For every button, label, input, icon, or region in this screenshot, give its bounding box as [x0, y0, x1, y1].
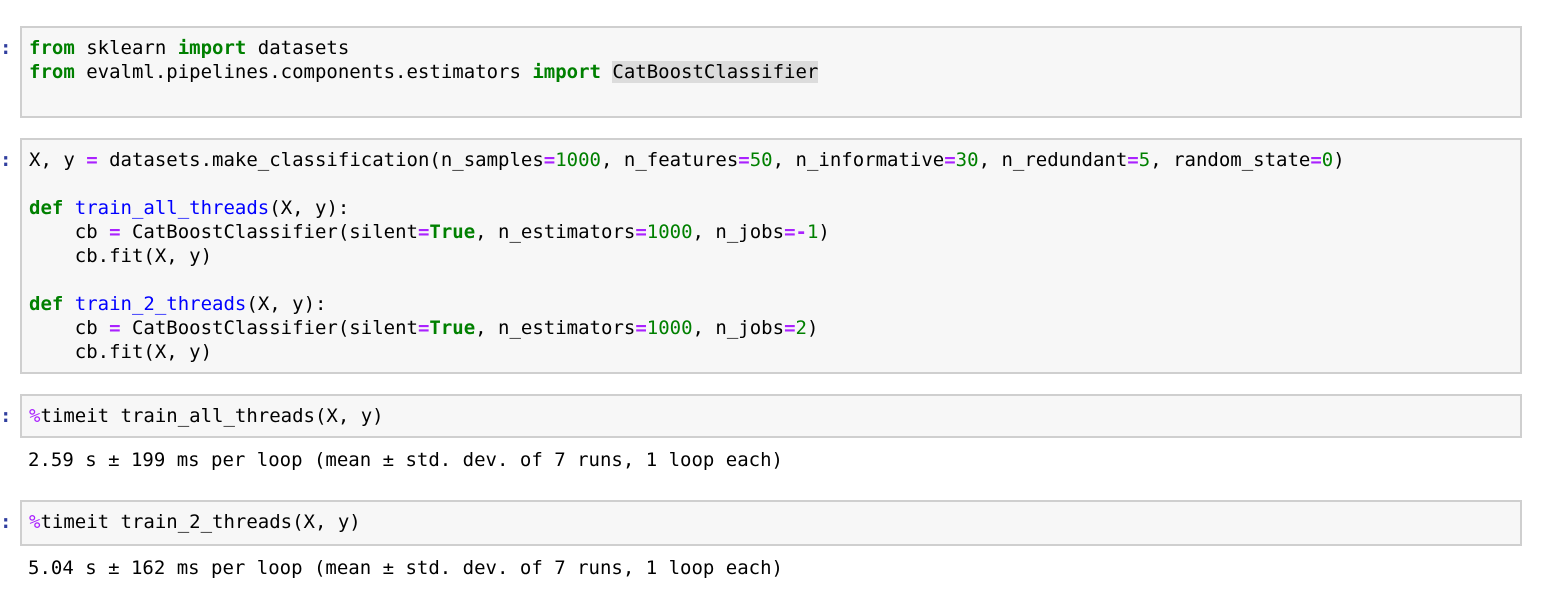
number-token: 1000	[555, 149, 601, 171]
keyword-token: from	[29, 61, 75, 83]
operator-token: =	[109, 221, 121, 243]
code-token: , n_jobs	[692, 221, 785, 243]
code-line: %timeit train_2_threads(X, y)	[29, 510, 361, 534]
code-token: , n_informative	[772, 149, 945, 171]
code-line: %timeit train_all_threads(X, y)	[29, 404, 384, 428]
code-token: , n_features	[601, 149, 739, 171]
number-token: 1000	[646, 221, 693, 243]
keyword-token: def	[29, 293, 64, 315]
code-token: cb.fit(X, y)	[29, 341, 213, 363]
keyword-token: import	[177, 37, 247, 59]
code-token: (X, y):	[246, 293, 327, 315]
code-line: cb = CatBoostClassifier(silent=True, n_e…	[29, 220, 1345, 244]
highlighted-token: CatBoostClassifier	[612, 61, 819, 83]
code-token: )	[1333, 149, 1345, 171]
code-input[interactable]: %timeit train_2_threads(X, y)	[20, 500, 1522, 546]
cell-output: 5.04 s ± 162 ms per loop (mean ± std. de…	[28, 557, 783, 579]
cell-output: 2.59 s ± 199 ms per loop (mean ± std. de…	[28, 449, 783, 471]
code-token: X, y	[29, 149, 87, 171]
operator-token: =	[738, 149, 750, 171]
code-text: from sklearn import datasets from evalml.…	[29, 36, 819, 84]
operator-token: =	[1310, 149, 1322, 171]
cell-prompt: :	[0, 405, 12, 427]
code-token: timeit train_all_threads(X, y)	[40, 405, 384, 427]
code-token: (X, y):	[269, 197, 350, 219]
code-input[interactable]: from sklearn import datasets from evalml.…	[20, 26, 1522, 118]
magic-token: %	[29, 405, 41, 427]
keyword-token: def	[29, 197, 64, 219]
code-text: %timeit train_2_threads(X, y)	[29, 510, 361, 534]
code-token: cb	[29, 221, 110, 243]
keyword-token: True	[429, 317, 476, 339]
number-token: 0	[1321, 149, 1334, 171]
code-line: from evalml.pipelines.components.estimat…	[29, 60, 819, 84]
operator-token: =	[635, 221, 647, 243]
keyword-token: True	[429, 221, 476, 243]
keyword-token: import	[532, 61, 601, 83]
code-token: timeit train_2_threads(X, y)	[40, 511, 361, 533]
code-line: cb.fit(X, y)	[29, 340, 1345, 364]
code-line: def train_all_threads(X, y):	[29, 196, 1345, 220]
code-token: evalml.pipelines.components.estimators	[74, 61, 533, 83]
code-token: , n_jobs	[692, 317, 785, 339]
operator-token: =	[86, 149, 98, 171]
code-text: X, y = datasets.make_classification(n_sa…	[29, 148, 1345, 364]
code-line: cb.fit(X, y)	[29, 244, 1345, 268]
code-token: CatBoostClassifier(silent	[120, 317, 418, 339]
code-token: CatBoostClassifier(silent	[120, 221, 418, 243]
code-token: datasets	[246, 37, 350, 59]
code-token: , n_estimators	[475, 317, 636, 339]
number-token: 50	[749, 149, 773, 171]
code-input[interactable]: X, y = datasets.make_classification(n_sa…	[20, 138, 1522, 374]
number-token: 30	[955, 149, 979, 171]
magic-token: %	[29, 511, 41, 533]
function-name-token: train_2_threads	[74, 293, 247, 315]
code-line: from sklearn import datasets	[29, 36, 818, 60]
operator-token: =	[417, 317, 430, 339]
operator-token: =	[944, 149, 956, 171]
code-token: sklearn	[74, 37, 178, 59]
operator-token: =	[417, 221, 430, 243]
code-token: datasets.make_classification(n_samples	[97, 149, 544, 171]
code-token: cb	[29, 317, 110, 339]
code-line: cb = CatBoostClassifier(silent=True, n_e…	[29, 316, 1345, 340]
operator-token: =	[784, 317, 796, 339]
code-token: , random_state	[1150, 149, 1311, 171]
number-token: 2	[795, 317, 807, 339]
operator-token: =	[543, 149, 556, 171]
cell-prompt: :	[0, 511, 12, 533]
function-name-token: train_all_threads	[74, 197, 270, 219]
cell-prompt: :	[0, 37, 12, 59]
number-token: 5	[1138, 149, 1151, 171]
code-token: cb.fit(X, y)	[29, 245, 213, 267]
operator-token: =-	[784, 221, 807, 243]
number-token: 1	[806, 221, 819, 243]
code-token: )	[806, 317, 819, 339]
code-line: def train_2_threads(X, y):	[29, 292, 1345, 316]
cell-prompt: :	[0, 149, 12, 171]
code-token: , n_redundant	[978, 149, 1128, 171]
code-text: %timeit train_all_threads(X, y)	[29, 404, 384, 428]
operator-token: =	[1127, 149, 1139, 171]
code-token: , n_estimators	[475, 221, 636, 243]
keyword-token: from	[29, 37, 75, 59]
number-token: 1000	[646, 317, 693, 339]
code-line: X, y = datasets.make_classification(n_sa…	[29, 148, 1345, 172]
code-token: )	[818, 221, 830, 243]
code-input[interactable]: %timeit train_all_threads(X, y)	[20, 394, 1522, 438]
operator-token: =	[109, 317, 121, 339]
operator-token: =	[635, 317, 647, 339]
